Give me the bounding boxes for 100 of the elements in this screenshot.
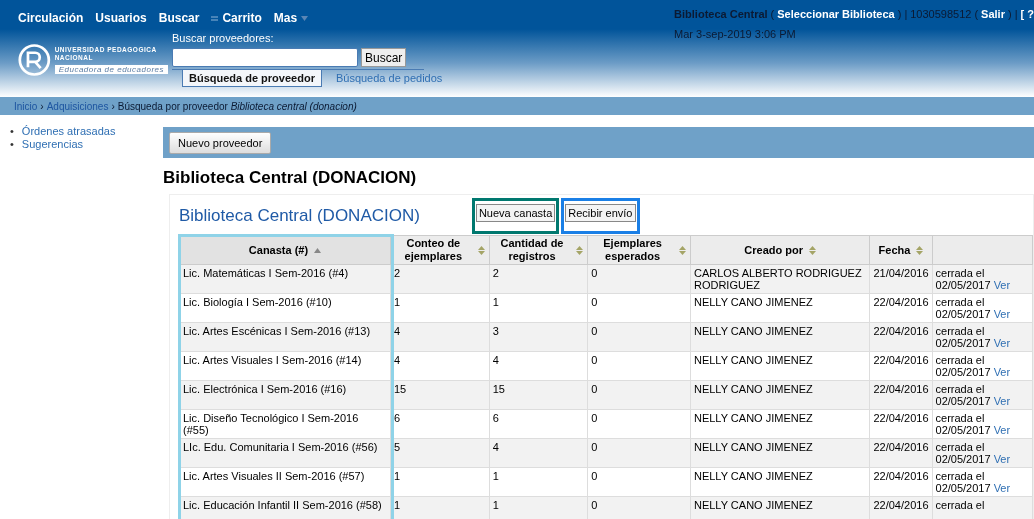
nav-link[interactable]: Usuarios	[95, 11, 147, 25]
column-label: Conteo de ejemplares	[403, 237, 464, 263]
table-cell: 22/04/2016	[869, 380, 932, 410]
column-header[interactable]: Canasta (#)	[179, 235, 391, 265]
card-button[interactable]: Nueva canasta	[475, 204, 556, 222]
column-header[interactable]: Cantidad de registros	[489, 235, 588, 265]
table-cell: cerrada el 02/05/2017 Ver	[932, 293, 1033, 323]
table-cell: 22/04/2016	[869, 409, 932, 439]
user-id: 1030598512	[910, 8, 972, 20]
header-link[interactable]: Salir	[981, 8, 1005, 20]
library-name: Biblioteca Central	[674, 8, 768, 20]
table-cell: 22/04/2016	[869, 467, 932, 497]
search-field[interactable]	[172, 48, 358, 67]
view-link[interactable]: Ver	[993, 453, 1011, 465]
separator-text: (	[974, 8, 979, 20]
nav-link[interactable]: Mas	[273, 11, 309, 25]
table-cell: Lic. Educación Infantil II Sem-2016 (#58)	[179, 496, 391, 519]
table-cell: Lic. Biología I Sem-2016 (#10)	[179, 293, 391, 323]
search-label: Buscar proveedores:	[172, 32, 275, 44]
table-cell: 15	[489, 380, 588, 410]
table-cell: 0	[587, 409, 691, 439]
table-cell: NELLY CANO JIMENEZ	[690, 496, 870, 519]
table-cell: 4	[489, 351, 588, 381]
view-link[interactable]: Ver	[993, 482, 1011, 494]
column-label: Ejemplares esperados	[602, 237, 663, 263]
table-cell: 1	[489, 467, 588, 497]
table-cell: cerrada el 02/05/2017 Ver	[932, 438, 1033, 468]
table-cell: Lic. Diseño Tecnológico I Sem-2016 (#55)	[179, 409, 391, 439]
sort-icon[interactable]	[477, 245, 485, 255]
separator-text: ) |	[897, 8, 908, 20]
view-link[interactable]: Ver	[993, 366, 1011, 378]
bullet: •	[10, 138, 14, 151]
table-cell: cerrada el 02/05/2017 Ver	[932, 264, 1033, 294]
table-cell: Lic. Matemáticas I Sem-2016 (#4)	[179, 264, 391, 294]
separator-text: ) |	[1007, 8, 1018, 20]
header-link[interactable]: Seleccionar Biblioteca	[777, 8, 895, 20]
help-link[interactable]: [ ?	[1020, 8, 1034, 20]
sort-icon[interactable]	[916, 245, 924, 255]
column-label: Canasta (#)	[248, 243, 309, 257]
table-cell: cerrada el 02/05/2017 Ver	[932, 467, 1033, 497]
table-cell: CARLOS ALBERTO RODRIGUEZ RODRIGUEZ	[690, 264, 870, 294]
logo-tagline: Educadora de educadores	[54, 64, 168, 74]
view-link[interactable]: Ver	[993, 308, 1011, 320]
view-link[interactable]: Ver	[993, 395, 1011, 407]
nav-link[interactable]: Circulación	[18, 11, 84, 25]
table-cell: 22/04/2016	[869, 293, 932, 323]
table-cell: NELLY CANO JIMENEZ	[690, 351, 870, 381]
sort-ascending-icon[interactable]	[314, 247, 322, 253]
table-cell: NELLY CANO JIMENEZ	[690, 409, 870, 439]
table-cell: 0	[587, 264, 691, 294]
table-cell: 0	[587, 293, 691, 323]
sort-icon[interactable]	[576, 245, 584, 255]
view-link[interactable]: Ver	[993, 279, 1011, 291]
table-cell: Lic. Artes Escénicas I Sem-2016 (#13)	[179, 322, 391, 352]
nav-link[interactable]: Carrito	[211, 11, 262, 25]
sidebar-link[interactable]: Sugerencias	[21, 138, 83, 151]
sort-icon[interactable]	[809, 245, 817, 255]
page-title: Biblioteca Central (DONACION)	[163, 168, 418, 188]
table-cell: 0	[587, 438, 691, 468]
table-cell: NELLY CANO JIMENEZ	[690, 380, 870, 410]
column-label: Cantidad de registros	[499, 237, 565, 263]
logo-icon	[18, 41, 51, 78]
column-header[interactable]: Ejemplares esperados	[587, 235, 691, 265]
column-header[interactable]: Creado por	[690, 235, 870, 265]
table-cell: 0	[587, 380, 691, 410]
date-text: Mar 3-sep-2019 3:06 PM	[674, 28, 797, 40]
table-cell: Lic. Artes Visuales I Sem-2016 (#14)	[179, 351, 391, 381]
table-cell: 21/04/2016	[869, 264, 932, 294]
view-link[interactable]: Ver	[993, 424, 1011, 436]
table-cell: 22/04/2016	[869, 322, 932, 352]
table-cell: 6	[489, 409, 588, 439]
table-cell: cerrada el 02/05/2017 Ver	[932, 351, 1033, 381]
breadcrumb-separator: ›	[111, 100, 115, 112]
breadcrumb-separator: ›	[40, 100, 44, 112]
table-cell: 2	[489, 264, 588, 294]
search-button[interactable]: Buscar	[361, 48, 407, 67]
table-cell: 0	[587, 467, 691, 497]
table-cell: NELLY CANO JIMENEZ	[690, 322, 870, 352]
column-header[interactable]: Fecha	[869, 235, 932, 265]
table-cell: 0	[587, 322, 691, 352]
table-cell: NELLY CANO JIMENEZ	[690, 467, 870, 497]
table-cell: NELLY CANO JIMENEZ	[690, 293, 870, 323]
sort-icon[interactable]	[678, 245, 686, 255]
table-cell: 22/04/2016	[869, 438, 932, 468]
table-cell: cerrada el 02/05/2017 Ver	[932, 409, 1033, 439]
new-vendor-button[interactable]: Nuevo proveedor	[169, 131, 272, 154]
table-cell: LIc. Edu. Comunitaria I Sem-2016 (#56)	[179, 438, 391, 468]
table-cell: NELLY CANO JIMENEZ	[690, 438, 870, 468]
table-cell: 4	[489, 438, 588, 468]
column-label: Creado por	[744, 243, 804, 257]
search-tab[interactable]: Búsqueda de proveedor	[182, 70, 322, 87]
table-cell: Lic. Electrónica I Sem-2016 (#16)	[179, 380, 391, 410]
breadcrumb-current: Búsqueda por proveedor Biblioteca central (donacion)	[117, 100, 357, 112]
card-button[interactable]: Recibir envío	[565, 204, 636, 222]
sidebar-link[interactable]: Órdenes atrasadas	[21, 125, 116, 138]
view-link[interactable]: Ver	[993, 337, 1011, 349]
table-cell: 0	[587, 351, 691, 381]
column-header[interactable]	[932, 235, 1033, 265]
nav-link[interactable]: Buscar	[158, 11, 200, 25]
card-title: Biblioteca Central (DONACION)	[179, 206, 420, 226]
